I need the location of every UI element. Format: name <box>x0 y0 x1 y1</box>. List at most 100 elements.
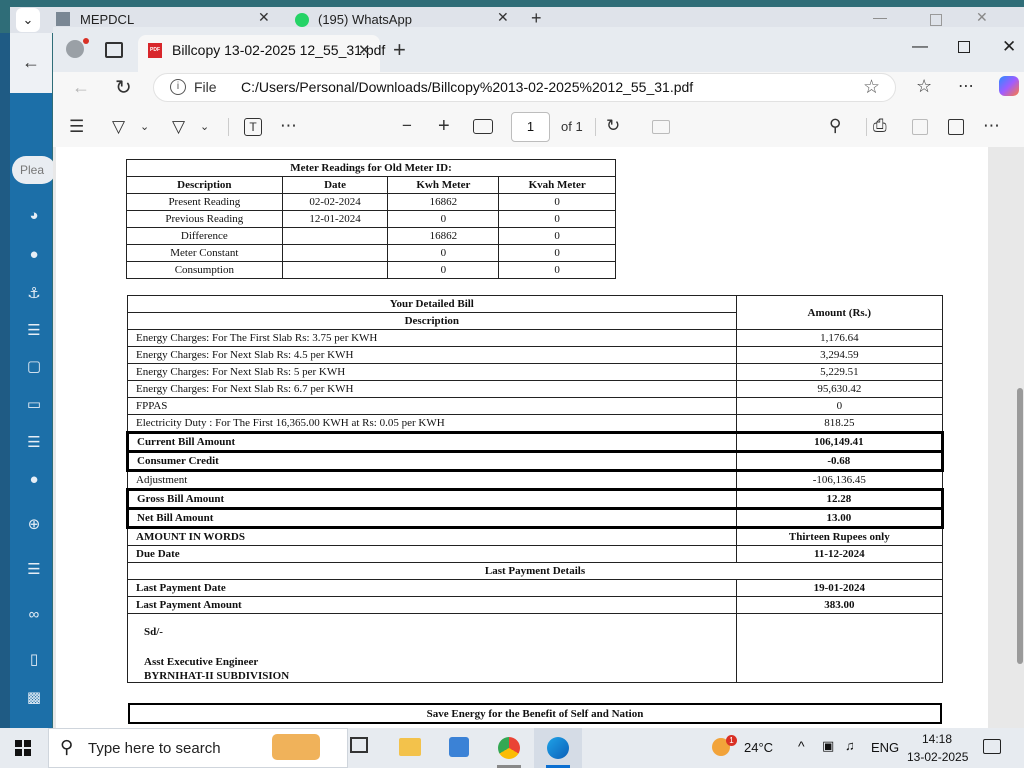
radio-widget-icon[interactable] <box>272 734 320 760</box>
task-view-icon[interactable] <box>350 737 368 753</box>
tab-list-button[interactable]: ⌄ <box>16 8 40 32</box>
draw-icon[interactable]: ▽ <box>172 116 185 138</box>
more-icon[interactable]: ⋯ <box>958 76 974 96</box>
table-row: Difference 16862 0 <box>126 227 616 245</box>
new-tab-icon[interactable]: + <box>531 8 542 29</box>
chevron-up-icon[interactable]: ^ <box>798 738 805 754</box>
bill-amount: 11-12-2024 <box>735 545 944 563</box>
clock-date[interactable]: 13-02-2025 <box>907 750 968 764</box>
zoom-out-icon[interactable]: − <box>402 115 412 137</box>
table-cell <box>281 227 389 245</box>
start-button[interactable] <box>0 728 48 768</box>
table-cell: Consumption <box>126 261 283 279</box>
contents-icon[interactable]: ☰ <box>69 116 84 138</box>
bill-amount: 106,149.41 <box>735 431 945 453</box>
close-tab-icon[interactable]: ✕ <box>358 41 371 59</box>
page-view-icon[interactable] <box>652 120 670 134</box>
zoom-in-icon[interactable]: + <box>438 115 450 137</box>
maximize-icon[interactable] <box>958 41 970 53</box>
settings-more-icon[interactable]: ⋯ <box>983 115 1000 137</box>
list-icon[interactable]: ☰ <box>24 321 44 341</box>
user-icon[interactable]: ● <box>24 245 44 265</box>
table-row: Previous Reading 12-01-2024 0 0 <box>126 210 616 228</box>
close-window-icon[interactable]: ✕ <box>1002 37 1016 57</box>
bill-amount: -106,136.45 <box>735 470 944 490</box>
bill-item: Electricity Duty : For The First 16,365.… <box>127 414 737 433</box>
search-icon[interactable]: ⚲ <box>829 115 841 137</box>
table-cell: 0 <box>387 261 500 279</box>
url-text[interactable]: C:/Users/Personal/Downloads/Billcopy%201… <box>241 79 693 95</box>
bill-amount: 1,176.64 <box>735 329 944 347</box>
rotate-icon[interactable]: ↻ <box>606 115 620 137</box>
chrome-icon[interactable] <box>498 737 520 759</box>
more-tools-icon[interactable]: ⋯ <box>280 115 297 137</box>
close-icon[interactable]: ✕ <box>497 9 509 26</box>
info-icon[interactable]: i <box>170 79 186 95</box>
bill-amount: 0 <box>735 397 944 415</box>
signature-office: BYRNIHAT-II SUBDIVISION <box>144 670 290 682</box>
windows-logo-pane <box>24 740 31 747</box>
star-icon[interactable]: ☆ <box>863 76 880 99</box>
list-icon[interactable]: ☰ <box>24 560 44 580</box>
mobile-icon[interactable]: ▯ <box>24 650 44 670</box>
save-icon[interactable] <box>912 119 928 135</box>
refresh-icon[interactable]: ↻ <box>115 75 132 100</box>
fit-to-width-icon[interactable] <box>473 119 493 134</box>
highlight-icon[interactable]: ▽ <box>112 116 125 138</box>
clock-time[interactable]: 14:18 <box>922 732 952 746</box>
file-explorer-icon[interactable] <box>399 738 421 756</box>
tab-title: Billcopy 13-02-2025 12_55_31.pdf <box>172 42 386 58</box>
close-icon[interactable]: ✕ <box>976 9 988 26</box>
anchor-icon[interactable]: ⚓ <box>24 284 44 304</box>
notifications-icon[interactable] <box>983 739 1001 754</box>
table-row: Gross Bill Amount 12.28 <box>126 488 945 510</box>
table-cell: 0 <box>498 210 616 228</box>
favorites-icon[interactable]: ☆ <box>916 76 932 97</box>
language-indicator[interactable]: ENG <box>871 740 899 755</box>
chevron-down-icon[interactable]: ⌄ <box>200 116 209 138</box>
minimize-icon[interactable]: — <box>873 9 887 25</box>
profile-avatar-icon[interactable] <box>66 40 84 58</box>
bill-amount: 19-01-2024 <box>735 579 944 597</box>
workspaces-icon[interactable] <box>105 42 123 58</box>
table-row: Net Bill Amount 13.00 <box>126 507 945 529</box>
table-cell: Difference <box>126 227 283 245</box>
table-cell: 0 <box>387 210 500 228</box>
bill-item: Adjustment <box>127 470 737 490</box>
back-arrow-icon[interactable]: ← <box>22 52 40 73</box>
maximize-icon[interactable] <box>930 14 942 26</box>
scrollbar-thumb[interactable] <box>1017 388 1023 664</box>
divider <box>228 118 229 136</box>
network-icon[interactable]: ▣ <box>822 738 834 754</box>
bar-chart-icon[interactable]: ▩ <box>24 688 44 708</box>
list-icon[interactable]: ☰ <box>24 433 44 453</box>
bill-item: AMOUNT IN WORDS <box>127 527 737 546</box>
minimize-icon[interactable]: — <box>912 38 928 56</box>
save-as-icon[interactable] <box>948 119 964 135</box>
dashboard-icon[interactable]: ◕ <box>24 206 44 226</box>
table-row: Current Bill Amount 106,149.41 <box>126 431 945 453</box>
edge-icon <box>547 737 569 759</box>
background-search-pill[interactable]: Plea <box>12 156 56 184</box>
new-tab-icon[interactable]: + <box>393 37 406 63</box>
back-arrow-icon[interactable]: ← <box>72 77 90 98</box>
signature-block: Sd/- Asst Executive Engineer BYRNIHAT-II… <box>127 613 737 683</box>
add-text-icon[interactable]: T <box>244 118 262 136</box>
link-icon[interactable]: ∞ <box>24 605 44 625</box>
mepdcl-favicon-icon <box>56 12 70 26</box>
weather-temp[interactable]: 24°C <box>744 740 773 755</box>
table-header: Date <box>281 176 389 194</box>
bill-amount: 383.00 <box>735 596 944 614</box>
print-icon[interactable]: ⎙ <box>873 115 887 137</box>
page-number-input[interactable]: 1 <box>511 112 550 142</box>
user-icon[interactable]: ● <box>24 470 44 490</box>
volume-icon[interactable]: ♫ <box>845 738 855 753</box>
sitemap-icon[interactable]: ▢ <box>24 357 44 377</box>
add-circle-icon[interactable]: ⊕ <box>24 515 44 535</box>
store-icon[interactable] <box>449 737 469 757</box>
last-payment-title: Last Payment Details <box>127 562 943 580</box>
copilot-icon[interactable] <box>999 76 1019 96</box>
monitor-icon[interactable]: ▭ <box>24 395 44 415</box>
chevron-down-icon[interactable]: ⌄ <box>140 116 149 138</box>
close-icon[interactable]: ✕ <box>258 9 270 26</box>
